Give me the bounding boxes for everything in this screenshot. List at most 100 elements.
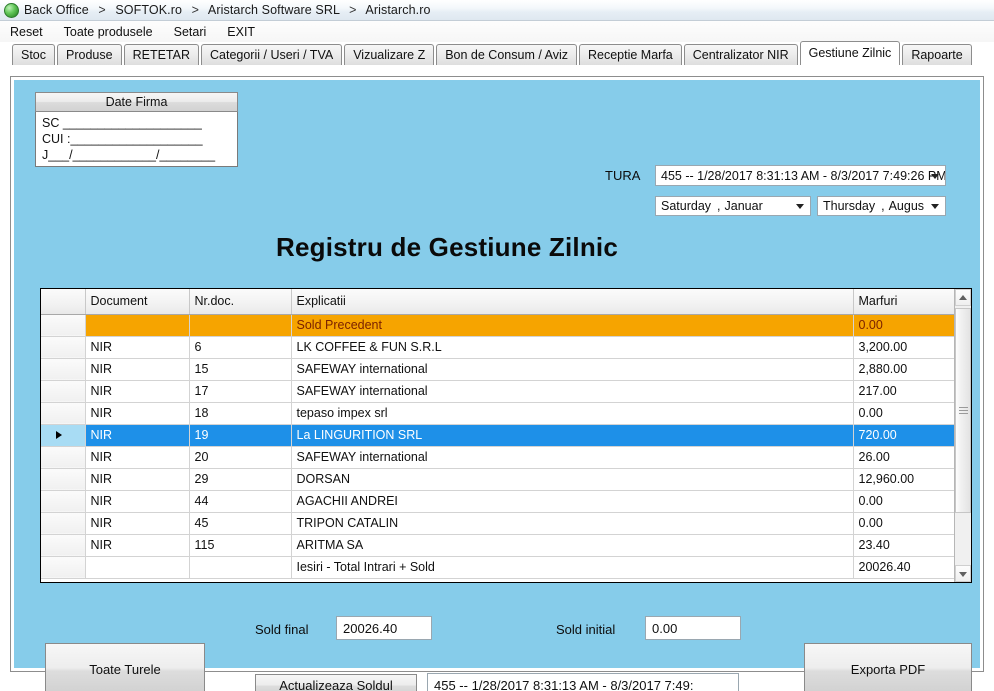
cell-document[interactable]: NIR [85,380,190,403]
cell-marfuri[interactable]: 720.00 [853,424,954,447]
table-row[interactable]: NIR 20 SAFEWAY international 26.00 [41,446,954,469]
cell-nrdoc[interactable]: 17 [189,380,292,403]
cell-document[interactable]: NIR [85,446,190,469]
table-row[interactable]: Iesiri - Total Intrari + Sold 20026.40 [41,556,954,579]
grid-col-nrdoc[interactable]: Nr.doc. [189,289,292,315]
tab-stoc[interactable]: Stoc [12,44,56,65]
menu-item-toate-produsele[interactable]: Toate produsele [64,25,153,39]
cell-nrdoc[interactable]: 18 [189,402,292,425]
row-selector[interactable] [41,358,86,381]
cell-document[interactable]: NIR [85,424,190,447]
cell-marfuri[interactable]: 12,960.00 [853,468,954,491]
actualizeaza-soldul-button[interactable]: Actualizeaza Soldul [255,674,417,691]
cell-explicatii[interactable]: SAFEWAY international [291,446,854,469]
menu-item-exit[interactable]: EXIT [227,25,255,39]
cell-nrdoc[interactable]: 45 [189,512,292,535]
row-selector[interactable] [41,424,86,447]
cell-document[interactable]: NIR [85,490,190,513]
menu-item-setari[interactable]: Setari [174,25,207,39]
tab-categorii-useri-tva[interactable]: Categorii / Useri / TVA [201,44,343,65]
cell-explicatii[interactable]: SAFEWAY international [291,380,854,403]
row-selector[interactable] [41,556,86,579]
cell-explicatii[interactable]: ARITMA SA [291,534,854,557]
cell-explicatii[interactable]: LK COFFEE & FUN S.R.L [291,336,854,359]
tab-bon-de-consum-aviz[interactable]: Bon de Consum / Aviz [436,44,577,65]
grid-col-marfuri[interactable]: Marfuri [853,289,954,315]
tab-vizualizare-z[interactable]: Vizualizare Z [344,44,435,65]
cell-explicatii[interactable]: La LINGURITION SRL [291,424,854,447]
table-row[interactable]: NIR 115 ARITMA SA 23.40 [41,534,954,557]
cell-marfuri[interactable]: 26.00 [853,446,954,469]
cell-document[interactable]: NIR [85,336,190,359]
cell-document[interactable]: NIR [85,534,190,557]
cell-marfuri[interactable]: 20026.40 [853,556,954,579]
date-from-select[interactable]: Saturday , Januar [655,196,811,216]
cell-nrdoc[interactable]: 15 [189,358,292,381]
tab-retetar[interactable]: RETETAR [123,44,199,65]
grid-vertical-scrollbar[interactable] [954,289,971,582]
row-selector[interactable] [41,490,86,513]
tab-receptie-marfa[interactable]: Receptie Marfa [578,44,682,65]
scroll-down-icon[interactable] [955,565,971,582]
tura-info-input[interactable]: 455 -- 1/28/2017 8:31:13 AM - 8/3/2017 7… [427,673,739,691]
row-selector[interactable] [41,380,86,403]
cell-nrdoc[interactable]: 29 [189,468,292,491]
cell-document[interactable]: NIR [85,358,190,381]
cell-explicatii[interactable]: TRIPON CATALIN [291,512,854,535]
toate-turele-button[interactable]: Toate Turele [45,643,205,691]
cell-nrdoc[interactable]: 19 [189,424,292,447]
cell-nrdoc[interactable]: 6 [189,336,292,359]
row-selector[interactable] [41,446,86,469]
table-row[interactable]: NIR 29 DORSAN 12,960.00 [41,468,954,491]
scroll-up-icon[interactable] [955,289,971,306]
cell-marfuri[interactable]: 3,200.00 [853,336,954,359]
cell-nrdoc[interactable] [189,314,292,337]
cell-explicatii[interactable]: tepaso impex srl [291,402,854,425]
table-row[interactable]: NIR 6 LK COFFEE & FUN S.R.L 3,200.00 [41,336,954,359]
table-row[interactable]: NIR 15 SAFEWAY international 2,880.00 [41,358,954,381]
tura-select[interactable]: 455 -- 1/28/2017 8:31:13 AM - 8/3/2017 7… [655,165,946,186]
table-row[interactable]: NIR 19 La LINGURITION SRL 720.00 [41,424,954,447]
row-selector[interactable] [41,314,86,337]
menu-item-reset[interactable]: Reset [10,25,43,39]
cell-marfuri[interactable]: 0.00 [853,402,954,425]
row-selector[interactable] [41,468,86,491]
table-row[interactable]: NIR 18 tepaso impex srl 0.00 [41,402,954,425]
table-row[interactable]: Sold Precedent 0.00 [41,314,954,337]
cell-document[interactable]: NIR [85,468,190,491]
cell-explicatii[interactable]: Iesiri - Total Intrari + Sold [291,556,854,579]
table-row[interactable]: NIR 45 TRIPON CATALIN 0.00 [41,512,954,535]
cell-document[interactable]: NIR [85,512,190,535]
cell-explicatii[interactable]: Sold Precedent [291,314,854,337]
table-row[interactable]: NIR 44 AGACHII ANDREI 0.00 [41,490,954,513]
row-selector[interactable] [41,512,86,535]
scrollbar-thumb[interactable] [955,308,971,513]
date-firma-button[interactable]: Date Firma [35,92,238,112]
table-row[interactable]: NIR 17 SAFEWAY international 217.00 [41,380,954,403]
cell-marfuri[interactable]: 23.40 [853,534,954,557]
cell-marfuri[interactable]: 0.00 [853,490,954,513]
exporta-pdf-button[interactable]: Exporta PDF [804,643,972,691]
cell-explicatii[interactable]: SAFEWAY international [291,358,854,381]
tab-produse[interactable]: Produse [57,44,122,65]
cell-document[interactable] [85,314,190,337]
grid-col-document[interactable]: Document [85,289,190,315]
row-selector[interactable] [41,336,86,359]
sold-final-input[interactable]: 20026.40 [336,616,432,640]
cell-marfuri[interactable]: 2,880.00 [853,358,954,381]
cell-marfuri[interactable]: 217.00 [853,380,954,403]
cell-explicatii[interactable]: AGACHII ANDREI [291,490,854,513]
cell-marfuri[interactable]: 0.00 [853,314,954,337]
cell-nrdoc[interactable]: 20 [189,446,292,469]
tab-centralizator-nir[interactable]: Centralizator NIR [683,44,798,65]
tab-rapoarte[interactable]: Rapoarte [902,44,972,65]
row-selector[interactable] [41,402,86,425]
tab-gestiune-zilnic[interactable]: Gestiune Zilnic [799,41,901,65]
sold-initial-input[interactable]: 0.00 [645,616,741,640]
cell-explicatii[interactable]: DORSAN [291,468,854,491]
row-selector[interactable] [41,534,86,557]
cell-document[interactable] [85,556,190,579]
grid-col-explicatii[interactable]: Explicatii [291,289,854,315]
cell-nrdoc[interactable] [189,556,292,579]
cell-marfuri[interactable]: 0.00 [853,512,954,535]
